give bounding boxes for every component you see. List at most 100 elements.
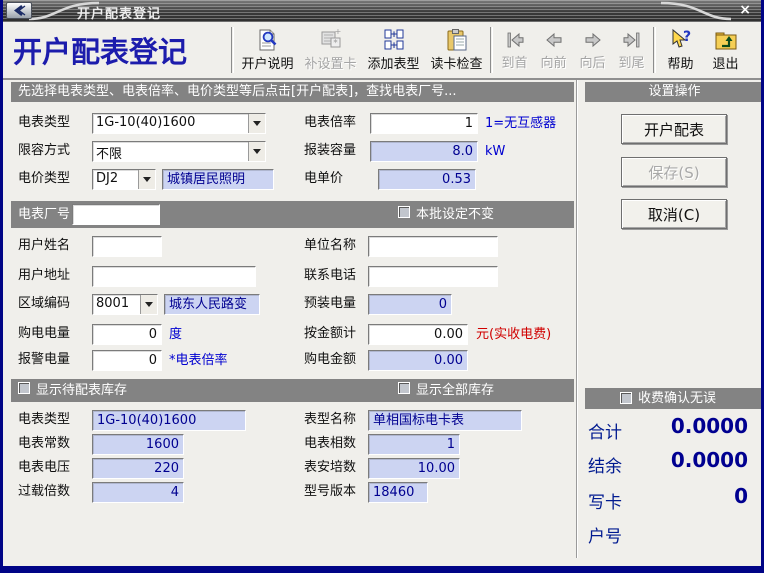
area-code-value: 8001 [93,295,140,314]
price-type-value: DJ2 [93,170,138,189]
dropdown-button[interactable] [138,170,155,189]
dropdown-button[interactable] [248,114,265,133]
clipboard-check-icon [445,28,469,52]
window-title: 开户配表登记 [77,3,161,22]
purchase-amount-label: 购电金额 [304,350,356,370]
panel-divider [576,80,578,558]
multiplier-input[interactable] [370,113,478,134]
show-pending-checkbox[interactable] [18,382,30,394]
preload-field: 0 [368,294,452,315]
phone-label: 联系电话 [304,266,356,286]
read-card-check-button[interactable]: 读卡检查 [425,24,488,76]
toolbar-separator [231,27,234,73]
limit-mode-value: 不限 [93,142,248,161]
go-next-button: 向后 [573,24,612,76]
stock-version-field: 18460 [368,482,428,503]
chevron-down-icon [145,302,153,311]
instruction-bar: 先选择电表类型、电表倍率、电价类型等后点击[开户配表]，查找电表厂号... [11,82,574,102]
meter-type-value: 1G-10(40)1600 [93,114,248,133]
titlebar-swoosh-right [661,0,731,22]
fee-confirm-checkbox[interactable] [620,392,632,404]
fee-confirm-label: 收费确认无误 [638,388,716,409]
doc-magnifier-icon [256,28,280,52]
go-first-button: 到首 [495,24,534,76]
factory-no-input[interactable] [72,204,160,225]
org-name-input[interactable] [368,236,498,257]
toolbar-button-label: 添加表型 [367,53,419,72]
stock-phases-label: 电表相数 [304,434,356,454]
help-icon: ? [669,28,693,52]
write-card-label: 写卡 [588,488,622,513]
go-prev-button: 向前 [534,24,573,76]
user-name-input[interactable] [92,236,162,257]
meter-type-select[interactable]: 1G-10(40)1600 [92,113,266,134]
system-menu-button[interactable] [6,2,32,19]
phone-input[interactable] [368,266,498,287]
prev-record-icon [542,29,566,51]
cancel-button[interactable]: 取消(C) [621,199,727,229]
user-name-label: 用户姓名 [18,236,70,256]
meter-type-label: 电表类型 [18,113,70,133]
exit-button[interactable]: 退出 [703,24,748,76]
capacity-field: 8.0 [370,141,478,162]
balance-value: 0.0000 [671,448,748,472]
last-record-icon [620,29,644,51]
open-account-help-button[interactable]: 开户说明 [236,24,299,76]
chevron-down-icon [253,121,261,130]
alarm-qty-hint: *电表倍率 [169,350,228,371]
assign-meter-button[interactable]: 开户配表 [621,114,727,144]
add-meter-type-icon: + + [382,28,406,52]
toolbar-button-label: 帮助 [667,53,693,72]
stock-ampere-label: 表安培数 [304,458,356,478]
toolbar-separator [490,27,493,73]
toolbar-button-label: 补设置卡 [304,53,356,72]
close-button[interactable]: × [739,2,751,18]
dropdown-button[interactable] [140,295,157,314]
address-input[interactable] [92,266,256,287]
stock-meter-type-field: 1G-10(40)1600 [92,410,246,431]
limit-mode-select[interactable]: 不限 [92,141,266,162]
purchase-qty-unit: 度 [169,324,182,345]
toolbar-button-label: 向后 [579,52,605,71]
toolbar-button-label: 读卡检查 [430,53,482,72]
stock-ampere-field: 10.00 [368,458,460,479]
multiplier-label: 电表倍率 [304,113,356,133]
chevron-down-icon [143,177,151,186]
toolbar-button-label: 开户说明 [241,53,293,72]
help-button[interactable]: ? 帮助 [658,24,703,76]
total-label: 合计 [588,418,622,443]
exit-icon [714,28,738,52]
add-meter-type-button[interactable]: + + 添加表型 [362,24,425,76]
address-label: 用户地址 [18,266,70,286]
alarm-qty-input[interactable] [92,350,162,371]
balance-label: 结余 [588,452,622,477]
batch-fixed-label: 本批设定不变 [416,204,494,225]
page-title: 开户配表登记 [3,29,229,71]
toolbar-separator [653,27,656,73]
by-amount-input[interactable] [368,324,468,345]
show-all-checkbox[interactable] [398,382,410,394]
supplement-card-button: * + 补设置卡 [299,24,362,76]
capacity-unit: kW [485,141,505,162]
toolbar-button-label: 向前 [540,52,566,71]
batch-fixed-checkbox[interactable] [398,206,410,218]
stock-phases-field: 1 [368,434,460,455]
go-last-button: 到尾 [612,24,651,76]
area-code-select[interactable]: 8001 [92,294,158,315]
purchase-qty-input[interactable] [92,324,162,345]
dropdown-button[interactable] [248,142,265,161]
unit-price-field: 0.53 [378,169,476,190]
stock-constant-field: 1600 [92,434,184,455]
multiplier-hint: 1=无互感器 [485,113,556,134]
capacity-label: 报装容量 [304,141,356,161]
alarm-qty-label: 报警电量 [18,350,70,370]
app-window: 开户配表登记 × 开户配表登记 开户说明 * [0,0,764,573]
price-type-select[interactable]: DJ2 [92,169,156,190]
panel-title-bar: 设置操作 [585,82,764,102]
toolbar-button-label: 到尾 [618,52,644,71]
stock-voltage-label: 电表电压 [18,458,70,478]
total-value: 0.0000 [671,414,748,438]
main-area: 先选择电表类型、电表倍率、电价类型等后点击[开户配表]，查找电表厂号... 电表… [6,80,758,566]
card-setup-icon: * + [319,28,343,52]
stock-version-label: 型号版本 [304,482,356,502]
